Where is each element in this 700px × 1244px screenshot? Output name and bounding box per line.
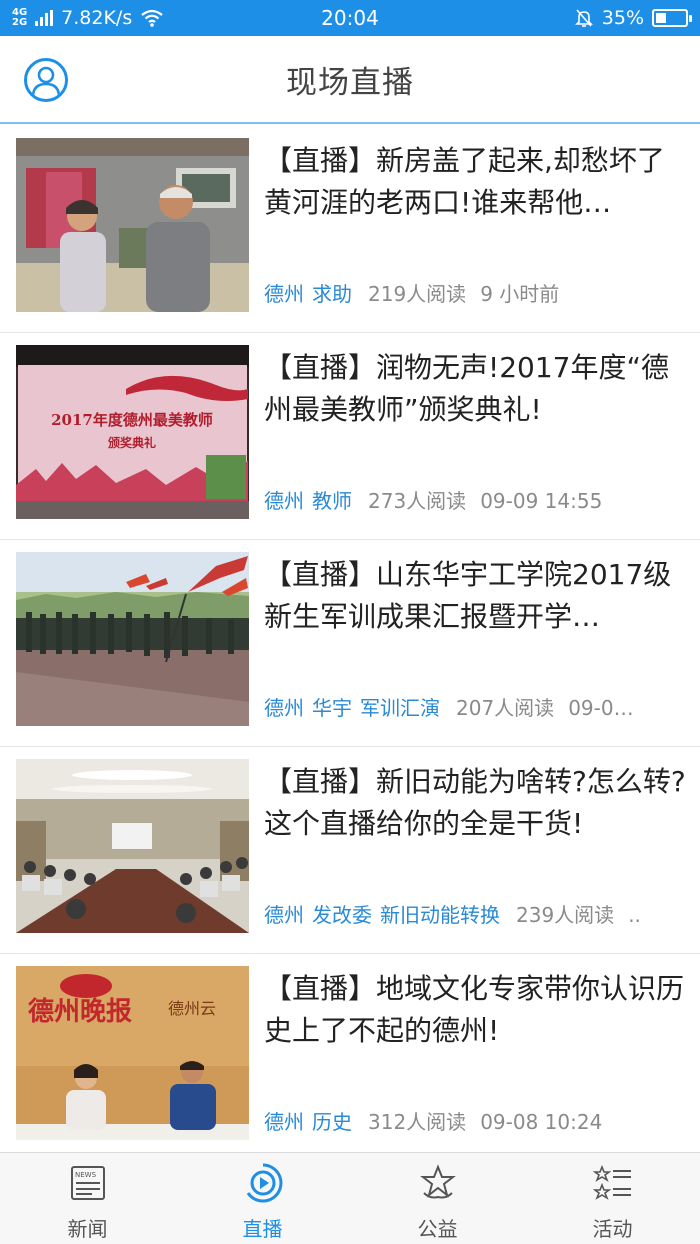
feed-tag[interactable]: 德州 bbox=[264, 903, 304, 927]
battery-icon bbox=[652, 9, 692, 27]
svg-text:NEWS: NEWS bbox=[75, 1171, 97, 1179]
feed-thumbnail-culture-talk: 德州晚报 德州云 bbox=[16, 966, 249, 1140]
feed-item[interactable]: 2017年度德州最美教师 颁奖典礼 【直播】润物无声!2017年度“德州最美教师… bbox=[0, 333, 700, 540]
feed-tag[interactable]: 军训汇演 bbox=[360, 696, 440, 720]
feed-item-title: 【直播】地域文化专家带你认识历史上了不起的德州! bbox=[264, 972, 685, 1047]
read-count: 207人阅读 bbox=[456, 696, 555, 720]
header-bar: 现场直播 bbox=[0, 36, 700, 124]
nav-tab-live[interactable]: 直播 bbox=[175, 1153, 350, 1244]
user-avatar-icon[interactable] bbox=[24, 58, 68, 102]
read-count: 312人阅读 bbox=[368, 1110, 467, 1134]
feed-item-meta: 德州 历史 312人阅读 09-08 10:24 bbox=[264, 1104, 689, 1140]
feed-thumbnail-elderly-couple bbox=[16, 138, 249, 312]
wifi-icon bbox=[141, 9, 163, 27]
feed-tag[interactable]: 华宇 bbox=[312, 696, 352, 720]
feed-tag[interactable]: 德州 bbox=[264, 696, 304, 720]
feed-tag[interactable]: 新旧动能转换 bbox=[380, 903, 500, 927]
thumb-banner-text: 2017年度德州最美教师 bbox=[51, 411, 213, 429]
feed-thumbnail-teacher-award: 2017年度德州最美教师 颁奖典礼 bbox=[16, 345, 249, 519]
feed-item-meta: 德州 华宇 军训汇演 207人阅读 09-0… bbox=[264, 690, 689, 726]
publish-time: 09-08 10:24 bbox=[480, 1110, 603, 1134]
live-play-icon bbox=[241, 1161, 285, 1205]
feed-item-title: 【直播】新房盖了起来,却愁坏了黄河涯的老两口!谁来帮他… bbox=[264, 144, 665, 219]
nav-tab-news[interactable]: NEWS 新闻 bbox=[0, 1153, 175, 1244]
nav-label: 活动 bbox=[592, 1217, 633, 1241]
feed-item-title: 【直播】润物无声!2017年度“德州最美教师”颁奖典礼! bbox=[264, 351, 669, 426]
feed-tag[interactable]: 历史 bbox=[312, 1110, 352, 1134]
feed-tag[interactable]: 德州 bbox=[264, 489, 304, 513]
feed-item-meta: 德州 发改委 新旧动能转换 239人阅读.. bbox=[264, 897, 689, 933]
feed-thumbnail-conference-room bbox=[16, 759, 249, 933]
publish-time: 09-0… bbox=[568, 696, 634, 720]
network-speed: 7.82K/s bbox=[61, 7, 133, 29]
feed-tag[interactable]: 德州 bbox=[264, 1110, 304, 1134]
nav-label: 直播 bbox=[242, 1217, 283, 1241]
read-count: 219人阅读 bbox=[368, 282, 467, 306]
mute-bell-icon bbox=[574, 9, 593, 27]
feed-item-title: 【直播】新旧动能为啥转?怎么转?这个直播给你的全是干货! bbox=[264, 765, 686, 840]
newspaper-icon: NEWS bbox=[66, 1161, 110, 1205]
feed-item[interactable]: 【直播】山东华宇工学院2017级新生军训成果汇报暨开学… 德州 华宇 军训汇演 207… bbox=[0, 540, 700, 747]
nav-tab-charity[interactable]: 公益 bbox=[350, 1153, 525, 1244]
feed-item-title: 【直播】山东华宇工学院2017级新生军训成果汇报暨开学… bbox=[264, 558, 672, 633]
publish-time: 09-09 14:55 bbox=[480, 489, 603, 513]
status-right: 35% bbox=[458, 7, 692, 29]
nav-label: 公益 bbox=[417, 1217, 458, 1241]
status-left: 4G 2G 7.82K/s bbox=[12, 7, 242, 29]
activity-list-icon bbox=[591, 1161, 635, 1205]
feed-item-meta: 德州 教师 273人阅读 09-09 14:55 bbox=[264, 483, 689, 519]
signal-icon bbox=[35, 10, 54, 26]
thumb-banner-subtext: 颁奖典礼 bbox=[108, 435, 156, 450]
nav-tab-activity[interactable]: 活动 bbox=[525, 1153, 700, 1244]
publish-time: 9 小时前 bbox=[480, 282, 560, 306]
battery-percent: 35% bbox=[601, 7, 644, 29]
network-2g-label: 2G bbox=[12, 17, 28, 28]
nav-label: 新闻 bbox=[67, 1217, 108, 1241]
feed-item[interactable]: 【直播】新旧动能为啥转?怎么转?这个直播给你的全是干货! 德州 发改委 新旧动能转换… bbox=[0, 747, 700, 954]
feed-tag[interactable]: 发改委 bbox=[312, 903, 372, 927]
feed-item-meta: 德州 求助 219人阅读 9 小时前 bbox=[264, 276, 689, 312]
read-count: 273人阅读 bbox=[368, 489, 467, 513]
feed-thumbnail-military-training bbox=[16, 552, 249, 726]
feed-tag[interactable]: 求助 bbox=[312, 282, 352, 306]
network-type: 4G 2G bbox=[12, 8, 27, 28]
feed-tag[interactable]: 德州 bbox=[264, 282, 304, 306]
bottom-nav: NEWS 新闻 直播 公益 活动 bbox=[0, 1152, 700, 1244]
feed-tag[interactable]: 教师 bbox=[312, 489, 352, 513]
charity-star-icon bbox=[416, 1161, 460, 1205]
feed-item[interactable]: 德州晚报 德州云 【直播】地域文化专家带你认识历史上了不起的德州! 德州 历史 31… bbox=[0, 954, 700, 1161]
feed-item[interactable]: 【直播】新房盖了起来,却愁坏了黄河涯的老两口!谁来帮他… 德州 求助 219人阅读 9… bbox=[0, 126, 700, 333]
page-title: 现场直播 bbox=[286, 64, 414, 101]
thumb-brand-text: 德州云 bbox=[168, 999, 216, 1018]
status-bar: 4G 2G 7.82K/s 20:04 35% bbox=[0, 0, 700, 36]
status-time: 20:04 bbox=[321, 6, 379, 30]
thumb-logo-text: 德州晚报 bbox=[28, 996, 132, 1027]
read-count: 239人阅读 bbox=[516, 903, 615, 927]
live-feed-list: 【直播】新房盖了起来,却愁坏了黄河涯的老两口!谁来帮他… 德州 求助 219人阅读 9… bbox=[0, 126, 700, 1161]
publish-time: .. bbox=[628, 903, 641, 927]
